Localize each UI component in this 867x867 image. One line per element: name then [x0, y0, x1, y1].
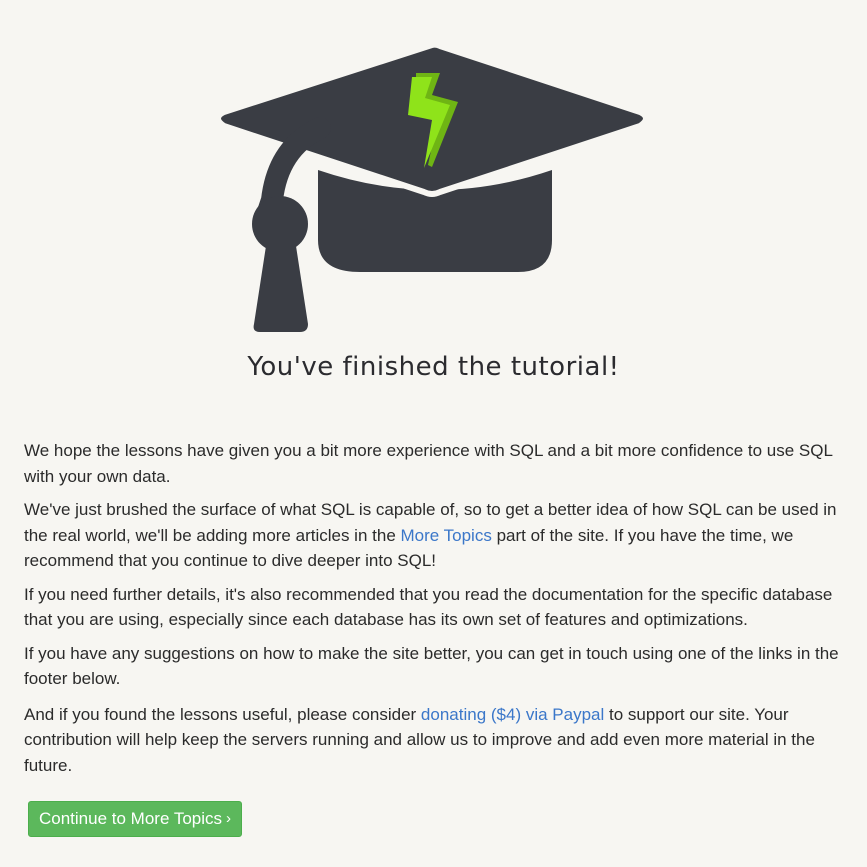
paragraph-text: And if you found the lessons useful, ple… — [24, 704, 421, 724]
content-body: We hope the lessons have given you a bit… — [24, 438, 844, 786]
graduation-cap-lightning-icon — [215, 41, 649, 332]
paragraph-documentation: If you need further details, it's also r… — [24, 584, 833, 630]
tassel-fringe — [253, 246, 308, 332]
paragraph-more-topics: We've just brushed the surface of what S… — [24, 497, 844, 574]
paragraph-suggestions: If you have any suggestions on how to ma… — [24, 643, 839, 689]
page: You've finished the tutorial! We hope th… — [0, 0, 867, 867]
chevron-right-icon: › — [226, 810, 232, 827]
button-label: Continue to More Topics — [39, 809, 223, 828]
donate-paypal-link[interactable]: donating ($4) via Paypal — [421, 705, 604, 724]
paragraph-intro: We hope the lessons have given you a bit… — [24, 441, 833, 486]
more-topics-link[interactable]: More Topics — [401, 526, 492, 545]
continue-more-topics-button[interactable]: Continue to More Topics › — [28, 801, 243, 837]
paragraph-donate: And if you found the lessons useful, ple… — [24, 702, 844, 779]
page-title: You've finished the tutorial! — [247, 352, 620, 382]
tassel-knot — [252, 196, 308, 252]
hero-illustration — [200, 40, 670, 340]
